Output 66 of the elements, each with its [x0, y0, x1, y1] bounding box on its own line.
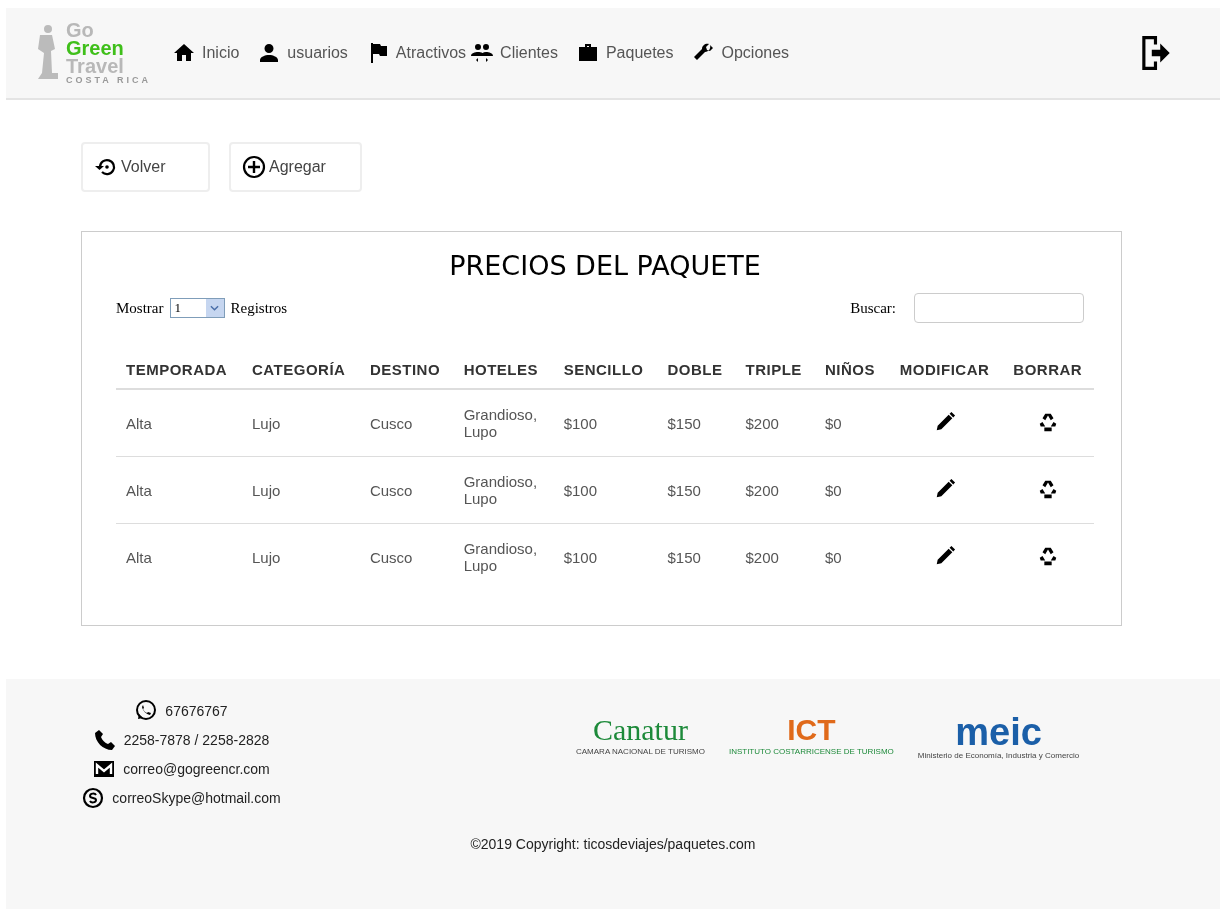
- phone-icon: [92, 728, 117, 752]
- column-header: TEMPORADA: [116, 353, 242, 389]
- contact-text: 67676767: [165, 703, 228, 719]
- table-cell: $0: [814, 456, 888, 524]
- partner-logo: Canatur CAMARA NACIONAL DE TURISMO: [576, 713, 705, 758]
- column-header: CATEGORÍA: [242, 353, 360, 389]
- table-cell: $0: [814, 389, 888, 457]
- table-cell: $150: [657, 389, 736, 457]
- skype-icon: [81, 786, 106, 810]
- table-cell: Alta: [116, 389, 242, 457]
- nav-link[interactable]: Inicio: [172, 41, 240, 65]
- table-cell: $150: [657, 523, 736, 590]
- table-cell: $200: [735, 456, 815, 524]
- table-cell: $0: [814, 523, 888, 590]
- records-dropdown[interactable]: 1: [169, 298, 225, 318]
- people-icon: [470, 41, 495, 65]
- show-label: Mostrar: [116, 299, 164, 317]
- column-header: MODIFICAR: [887, 353, 1002, 389]
- whatsapp-icon: [134, 699, 159, 723]
- contact-text: correo@gogreencr.com: [123, 761, 270, 777]
- table-cell: Grandioso, Lupo: [453, 456, 554, 524]
- nav-link[interactable]: Atractivos: [365, 41, 467, 65]
- partner-logo: ICT INSTITUTO COSTARRICENSE DE TURISMO: [728, 713, 894, 758]
- table-cell: Alta: [116, 523, 242, 590]
- table-cell: Cusco: [359, 523, 454, 590]
- nav-link[interactable]: Paquetes: [575, 41, 674, 65]
- logo-text: Green: [66, 38, 125, 57]
- plus-circle-icon: [242, 155, 266, 179]
- table-cell: $200: [735, 389, 815, 457]
- partner-logo: meic Ministerio de Economía, Industria y Comercio: [917, 713, 1080, 762]
- column-header: BORRAR: [1001, 353, 1094, 389]
- search-field[interactable]: [914, 293, 1084, 323]
- action-button[interactable]: Volver: [81, 142, 210, 192]
- copyright-text: ©2019 Copyright: ticosdeviajes/paquetes.com: [469, 836, 757, 852]
- table-cell: Lujo: [242, 456, 360, 524]
- column-header: SENCILLO: [553, 353, 658, 389]
- table-cell: Cusco: [359, 389, 454, 457]
- nav-link[interactable]: usuarios: [257, 41, 348, 65]
- column-header: NIÑOS: [814, 353, 888, 389]
- table-cell: $100: [553, 523, 658, 590]
- nav-link[interactable]: Opciones: [691, 41, 790, 65]
- logo-text: Travel: [66, 56, 125, 75]
- records-label: Registros: [230, 299, 288, 317]
- column-header: DOBLE: [657, 353, 736, 389]
- table-cell: Cusco: [359, 456, 454, 524]
- table-cell: $150: [657, 456, 736, 524]
- column-header: TRIPLE: [735, 353, 815, 389]
- column-header: HOTELES: [453, 353, 554, 389]
- logo-text: COSTA RICA: [66, 74, 151, 86]
- panel-title: PRECIOS DEL PAQUETE: [448, 250, 762, 281]
- table-cell: $200: [735, 523, 815, 590]
- table-cell: $100: [553, 456, 658, 524]
- search-label: Buscar:: [850, 299, 896, 317]
- contact-text: 2258-7878 / 2258-2828: [123, 732, 270, 748]
- action-button[interactable]: Agregar: [229, 142, 362, 192]
- nav-link[interactable]: Clientes: [470, 41, 558, 65]
- table-cell: Grandioso, Lupo: [453, 523, 554, 590]
- table-cell: Lujo: [242, 389, 360, 457]
- chevron-down-icon: [210, 305, 219, 311]
- logo-text: Go: [66, 20, 95, 39]
- table-cell: Grandioso, Lupo: [453, 389, 554, 457]
- table-cell: Alta: [116, 456, 242, 524]
- contact-text: correoSkype@hotmail.com: [112, 790, 281, 806]
- column-header: DESTINO: [359, 353, 454, 389]
- table-cell: $100: [553, 389, 658, 457]
- table-cell: Lujo: [242, 523, 360, 590]
